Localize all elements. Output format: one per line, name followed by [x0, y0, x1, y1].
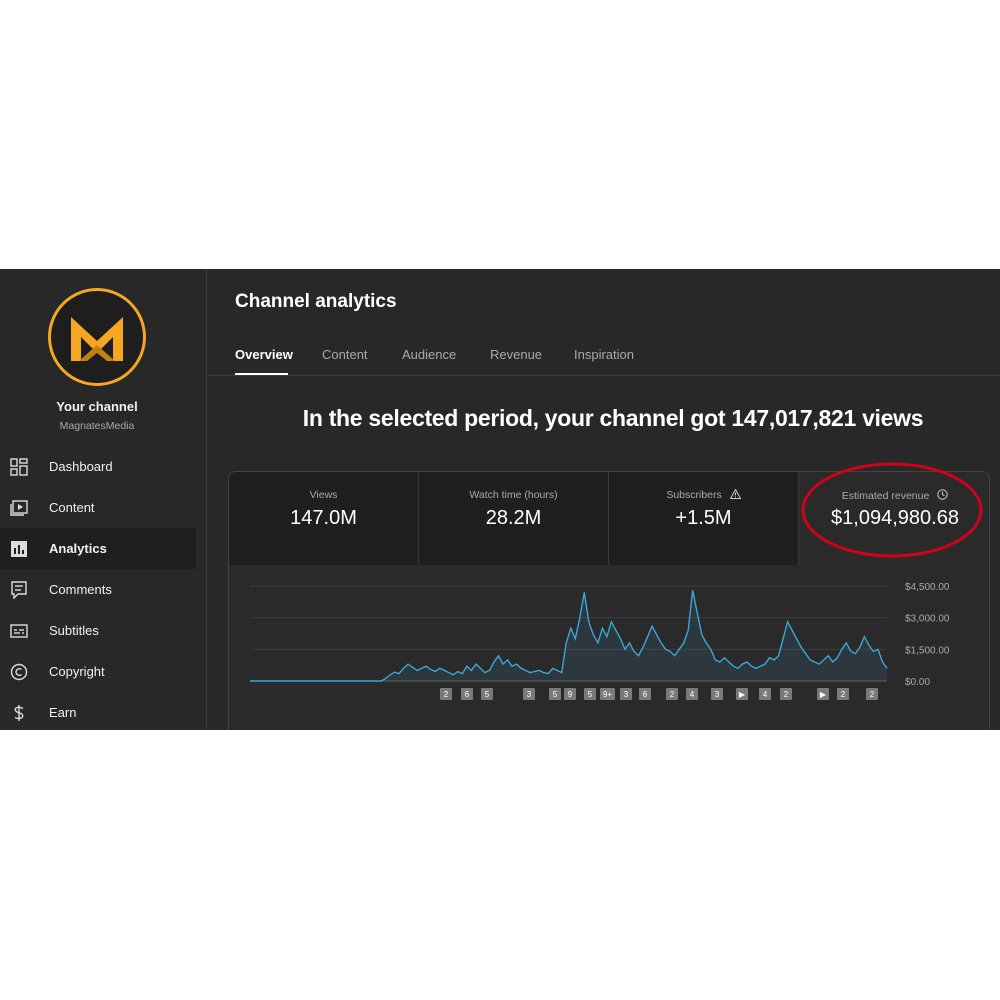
video-marker-label: 2: [870, 690, 875, 699]
comments-icon: [11, 581, 27, 599]
page-title: Channel analytics: [235, 291, 397, 312]
y-tick-label: $3,000.00: [905, 614, 950, 625]
sidebar-item-label: Earn: [49, 705, 77, 720]
video-marker-label: 4: [763, 690, 768, 699]
video-marker-label: 3: [527, 690, 532, 699]
video-marker-label: 5: [553, 690, 558, 699]
metric-views[interactable]: Views 147.0M: [229, 472, 419, 565]
metric-label: Views: [309, 489, 338, 501]
video-marker-label: 4: [690, 690, 695, 699]
video-marker-label: 5: [485, 690, 490, 699]
highlight-circle: [801, 462, 983, 558]
dashboard-icon: [10, 458, 28, 476]
video-marker-label: ▶: [820, 690, 827, 699]
sidebar-item-label: Copyright: [49, 664, 105, 679]
channel-avatar[interactable]: [48, 288, 146, 386]
period-summary-headline: In the selected period, your channel got…: [302, 405, 924, 431]
sidebar-item-label: Analytics: [49, 541, 107, 556]
video-marker-label: 9+: [603, 690, 612, 699]
y-tick-label: $4,500.00: [905, 582, 950, 593]
analytics-icon: [11, 541, 27, 557]
warning-icon[interactable]: [729, 488, 742, 499]
video-marker-label: 3: [624, 690, 629, 699]
content-icon: [10, 500, 28, 516]
sidebar-item-label: Comments: [49, 582, 112, 597]
sidebar-item-content[interactable]: Content: [0, 487, 196, 528]
y-tick-label: $0.00: [905, 677, 930, 688]
video-marker-label: 6: [465, 690, 470, 699]
subtitles-icon: [10, 624, 28, 638]
metric-value: 28.2M: [485, 507, 542, 529]
channel-handle: MagnatesMedia: [59, 420, 135, 432]
sidebar-item-label: Dashboard: [49, 459, 113, 474]
tabs-divider: [208, 375, 1000, 376]
video-marker-label: 2: [841, 690, 846, 699]
sidebar-item-earn[interactable]: Earn: [0, 692, 196, 730]
magnates-logo-icon: [71, 317, 123, 361]
metric-value: 147.0M: [290, 507, 357, 529]
video-marker-label: 6: [643, 690, 648, 699]
studio-window: Your channel MagnatesMedia Dashboard Con…: [0, 269, 1000, 730]
sidebar-item-dashboard[interactable]: Dashboard: [0, 446, 196, 487]
copyright-icon: [10, 663, 28, 681]
y-tick-label: $1,500.00: [905, 645, 950, 656]
tab-inspiration[interactable]: Inspiration: [574, 347, 634, 362]
metric-label: Subscribers: [609, 488, 798, 501]
video-marker-label: 2: [784, 690, 789, 699]
tab-overview[interactable]: Overview: [235, 347, 293, 362]
metric-label: Watch time (hours): [469, 489, 558, 501]
video-marker-label: 3: [715, 690, 720, 699]
metric-value: +1.5M: [675, 507, 732, 529]
video-marker-label: 2: [444, 690, 449, 699]
tab-audience[interactable]: Audience: [402, 347, 456, 362]
tab-content[interactable]: Content: [322, 347, 368, 362]
metric-watch-time[interactable]: Watch time (hours) 28.2M: [419, 472, 609, 565]
sidebar-item-subtitles[interactable]: Subtitles: [0, 610, 196, 651]
video-marker-label: 9: [568, 690, 573, 699]
video-marker-label: ▶: [739, 690, 746, 699]
sidebar: Your channel MagnatesMedia Dashboard Con…: [0, 269, 207, 730]
video-marker-label: 5: [588, 690, 593, 699]
sidebar-item-label: Subtitles: [49, 623, 99, 638]
video-marker-label: 2: [670, 690, 675, 699]
sidebar-item-copyright[interactable]: Copyright: [0, 651, 196, 692]
sidebar-item-analytics[interactable]: Analytics: [0, 528, 196, 569]
metric-label-text: Subscribers: [666, 489, 722, 501]
sidebar-item-label: Content: [49, 500, 95, 515]
dollar-icon: [14, 705, 24, 721]
metric-subscribers[interactable]: Subscribers +1.5M: [609, 472, 799, 565]
tab-revenue[interactable]: Revenue: [490, 347, 542, 362]
sidebar-item-comments[interactable]: Comments: [0, 569, 196, 610]
channel-title: Your channel: [56, 399, 138, 414]
revenue-chart: $0.00 $1,500.00 $3,000.00 $4,500.00 2 6 5 3 5 9 5 9…: [250, 582, 950, 700]
